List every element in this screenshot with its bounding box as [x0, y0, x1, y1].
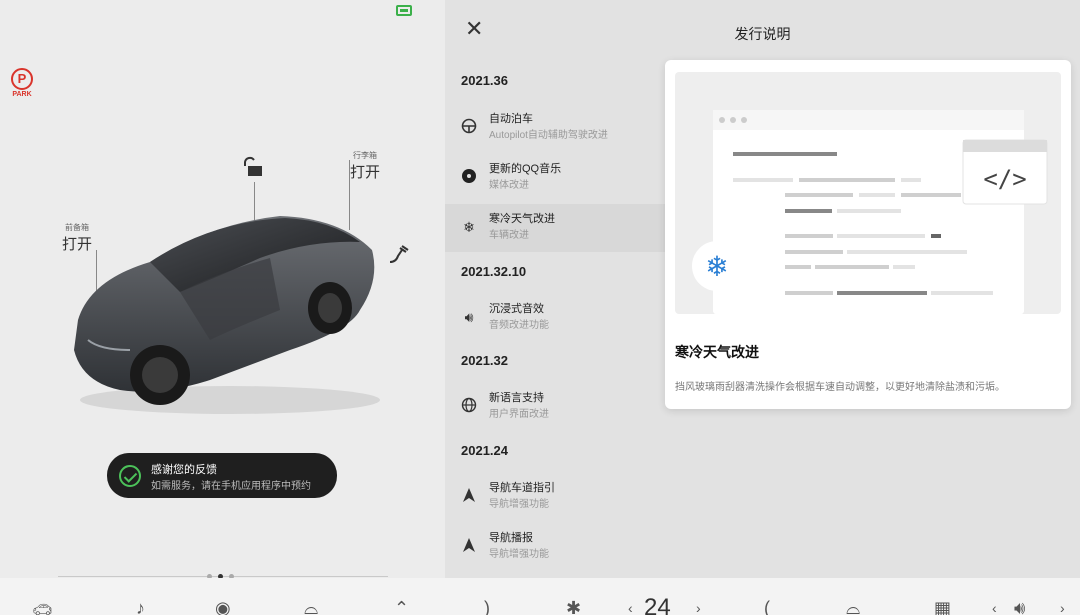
toast-message: 如需服务，请在手机应用程序中预约	[151, 481, 311, 492]
release-item-lane-guidance[interactable]: 导航车道指引 导航增强功能	[445, 473, 665, 521]
volume-icon[interactable]: 🔊︎	[1014, 598, 1025, 615]
app-launcher-icon[interactable]: ⌃	[394, 598, 409, 615]
release-item-subtitle: 用户界面改进	[489, 409, 549, 420]
release-item-subtitle: 媒体改进	[489, 180, 529, 191]
globe-icon	[460, 397, 478, 415]
fan-icon[interactable]: ✱	[566, 598, 581, 615]
toast-title: 感谢您的反馈	[151, 464, 217, 476]
release-item-title: 寒冷天气改进	[489, 213, 555, 225]
rear-defrost-icon[interactable]: ▦	[934, 598, 951, 615]
charge-port-icon[interactable]	[388, 244, 410, 266]
release-notes-title: 发行说明	[734, 26, 791, 42]
trunk-label: 行李箱	[353, 151, 377, 160]
navigation-icon	[460, 537, 478, 555]
park-label: PARK	[12, 91, 32, 98]
bottom-control-bar	[0, 578, 1080, 615]
speaker-icon: 🔊︎	[464, 309, 474, 325]
park-icon: P	[11, 68, 33, 90]
release-item-title: 更新的QQ音乐	[489, 163, 562, 175]
release-item-new-language[interactable]: 新语言支持 用户界面改进	[445, 383, 665, 431]
passenger-seat-icon[interactable]: (	[764, 598, 770, 615]
detail-description: 挡风玻璃雨刮器清洗操作会根据车速自动调整，以更好地清除盐渍和污垢。	[675, 382, 1005, 393]
front-defrost-icon[interactable]: ⌓	[846, 598, 860, 615]
seat-icon[interactable]: )	[484, 598, 490, 615]
release-item-auto-park[interactable]: 自动泊车 Autopilot自动辅助驾驶改进	[445, 104, 665, 152]
code-icon: </>	[983, 165, 1026, 193]
feature-illustration: </> ❄	[675, 72, 1061, 314]
battery-icon	[396, 5, 412, 16]
release-item-cold-weather[interactable]: ❄ 寒冷天气改进 车辆改进	[445, 204, 665, 252]
park-indicator: P PARK	[10, 68, 34, 98]
vehicle-panel: P PARK 前备箱 打开 行李箱 打开 感谢您的反馈 如需服务，请在手机应用程…	[0, 0, 445, 579]
unlock-icon[interactable]	[240, 156, 264, 180]
version-heading: 2021.32	[461, 353, 508, 368]
release-item-title: 沉浸式音效	[489, 303, 544, 315]
release-item-subtitle: 导航增强功能	[489, 499, 549, 510]
temp-down-icon[interactable]: ‹	[628, 600, 633, 615]
version-heading: 2021.24	[461, 443, 508, 458]
steering-wheel-icon	[460, 118, 478, 136]
trunk-open-button[interactable]: 行李箱 打开	[350, 150, 380, 182]
release-item-subtitle: Autopilot自动辅助驾驶改进	[489, 130, 608, 141]
car-image	[74, 216, 380, 414]
release-item-title: 自动泊车	[489, 113, 533, 125]
car-icon[interactable]: 🚗︎	[32, 600, 52, 615]
release-item-immersive-audio[interactable]: 🔊︎ 沉浸式音效 音频改进功能	[445, 294, 665, 342]
trunk-action: 打开	[350, 164, 381, 181]
music-note-icon[interactable]: ♪	[136, 598, 145, 615]
navigation-icon	[460, 487, 478, 505]
snowflake-icon: ❄	[463, 219, 475, 235]
release-item-title: 新语言支持	[489, 392, 544, 404]
detail-title: 寒冷天气改进	[675, 344, 759, 360]
wiper-icon[interactable]: ⌓	[304, 598, 318, 615]
release-item-title: 导航播报	[489, 532, 533, 544]
version-heading: 2021.32.10	[461, 264, 527, 279]
checkmark-icon	[119, 465, 141, 487]
temp-up-icon[interactable]: ›	[696, 600, 701, 615]
release-item-nav-announcement[interactable]: 导航播报 导航增强功能	[445, 523, 665, 571]
cabin-temperature: 24	[644, 594, 671, 615]
volume-up-icon[interactable]: ›	[1060, 600, 1065, 615]
music-icon	[460, 168, 478, 186]
camera-icon[interactable]: ◉	[215, 598, 231, 615]
volume-down-icon[interactable]: ‹	[992, 600, 997, 615]
release-item-qq-music[interactable]: 更新的QQ音乐 媒体改进	[445, 154, 665, 202]
release-item-subtitle: 音频改进功能	[489, 320, 549, 331]
snowflake-badge-icon: ❄	[705, 251, 728, 282]
release-item-title: 导航车道指引	[489, 482, 555, 494]
version-heading: 2021.36	[461, 73, 508, 88]
release-item-subtitle: 车辆改进	[489, 230, 529, 241]
release-detail-card: </> ❄ 寒冷天气改进 挡风玻璃雨刮器清洗操作会根据车速自动调整，以更好地清除…	[665, 60, 1071, 409]
feedback-toast[interactable]: 感谢您的反馈 如需服务，请在手机应用程序中预约	[107, 453, 337, 498]
release-item-subtitle: 导航增强功能	[489, 549, 549, 560]
